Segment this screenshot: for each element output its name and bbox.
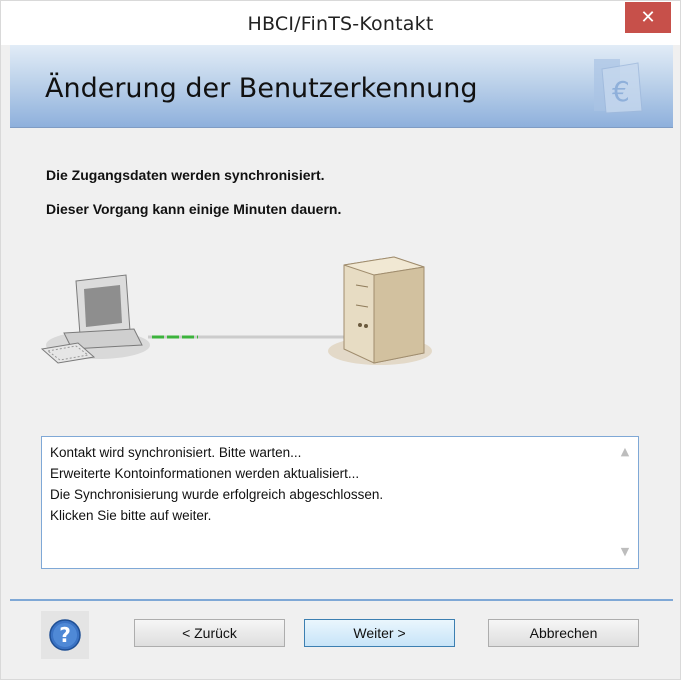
help-glyph: ? xyxy=(59,623,71,647)
close-icon: ✕ xyxy=(640,7,656,28)
help-button[interactable]: ? xyxy=(41,611,89,659)
dialog-window: HBCI/FinTS-Kontakt ✕ Änderung der Benutz… xyxy=(0,0,681,680)
log-line: Kontakt wird synchronisiert. Bitte warte… xyxy=(50,445,302,460)
description-line-1: Die Zugangsdaten werden synchronisiert. xyxy=(46,167,325,183)
scroll-down-icon[interactable]: ▼ xyxy=(617,545,633,559)
euro-document-icon: € xyxy=(594,59,643,114)
computer-icon xyxy=(40,274,150,364)
server-icon xyxy=(328,256,432,365)
title-bar: HBCI/FinTS-Kontakt ✕ xyxy=(1,1,680,45)
next-button[interactable]: Weiter > xyxy=(304,619,455,647)
back-button[interactable]: < Zurück xyxy=(134,619,285,647)
log-line: Klicken Sie bitte auf weiter. xyxy=(50,508,212,523)
help-icon: ? xyxy=(49,619,81,651)
scroll-up-icon[interactable]: ▲ xyxy=(617,445,633,459)
sync-illustration xyxy=(40,256,432,365)
svg-text:€: € xyxy=(612,75,630,108)
status-log[interactable]: Kontakt wird synchronisiert. Bitte warte… xyxy=(41,436,639,569)
dialog-content: Änderung der Benutzerkennung € Die Zugan… xyxy=(10,45,673,673)
window-title: HBCI/FinTS-Kontakt xyxy=(247,13,434,35)
header-banner: Änderung der Benutzerkennung € xyxy=(10,45,673,128)
log-line: Erweiterte Kontoinformationen werden akt… xyxy=(50,466,360,481)
divider xyxy=(10,599,673,601)
page-title: Änderung der Benutzerkennung xyxy=(45,73,478,104)
log-line: Die Synchronisierung wurde erfolgreich a… xyxy=(50,487,384,502)
cancel-button[interactable]: Abbrechen xyxy=(488,619,639,647)
log-scrollbar[interactable]: ▲ ▼ xyxy=(612,437,638,568)
description-line-2: Dieser Vorgang kann einige Minuten dauer… xyxy=(46,201,342,217)
close-button[interactable]: ✕ xyxy=(625,2,671,33)
